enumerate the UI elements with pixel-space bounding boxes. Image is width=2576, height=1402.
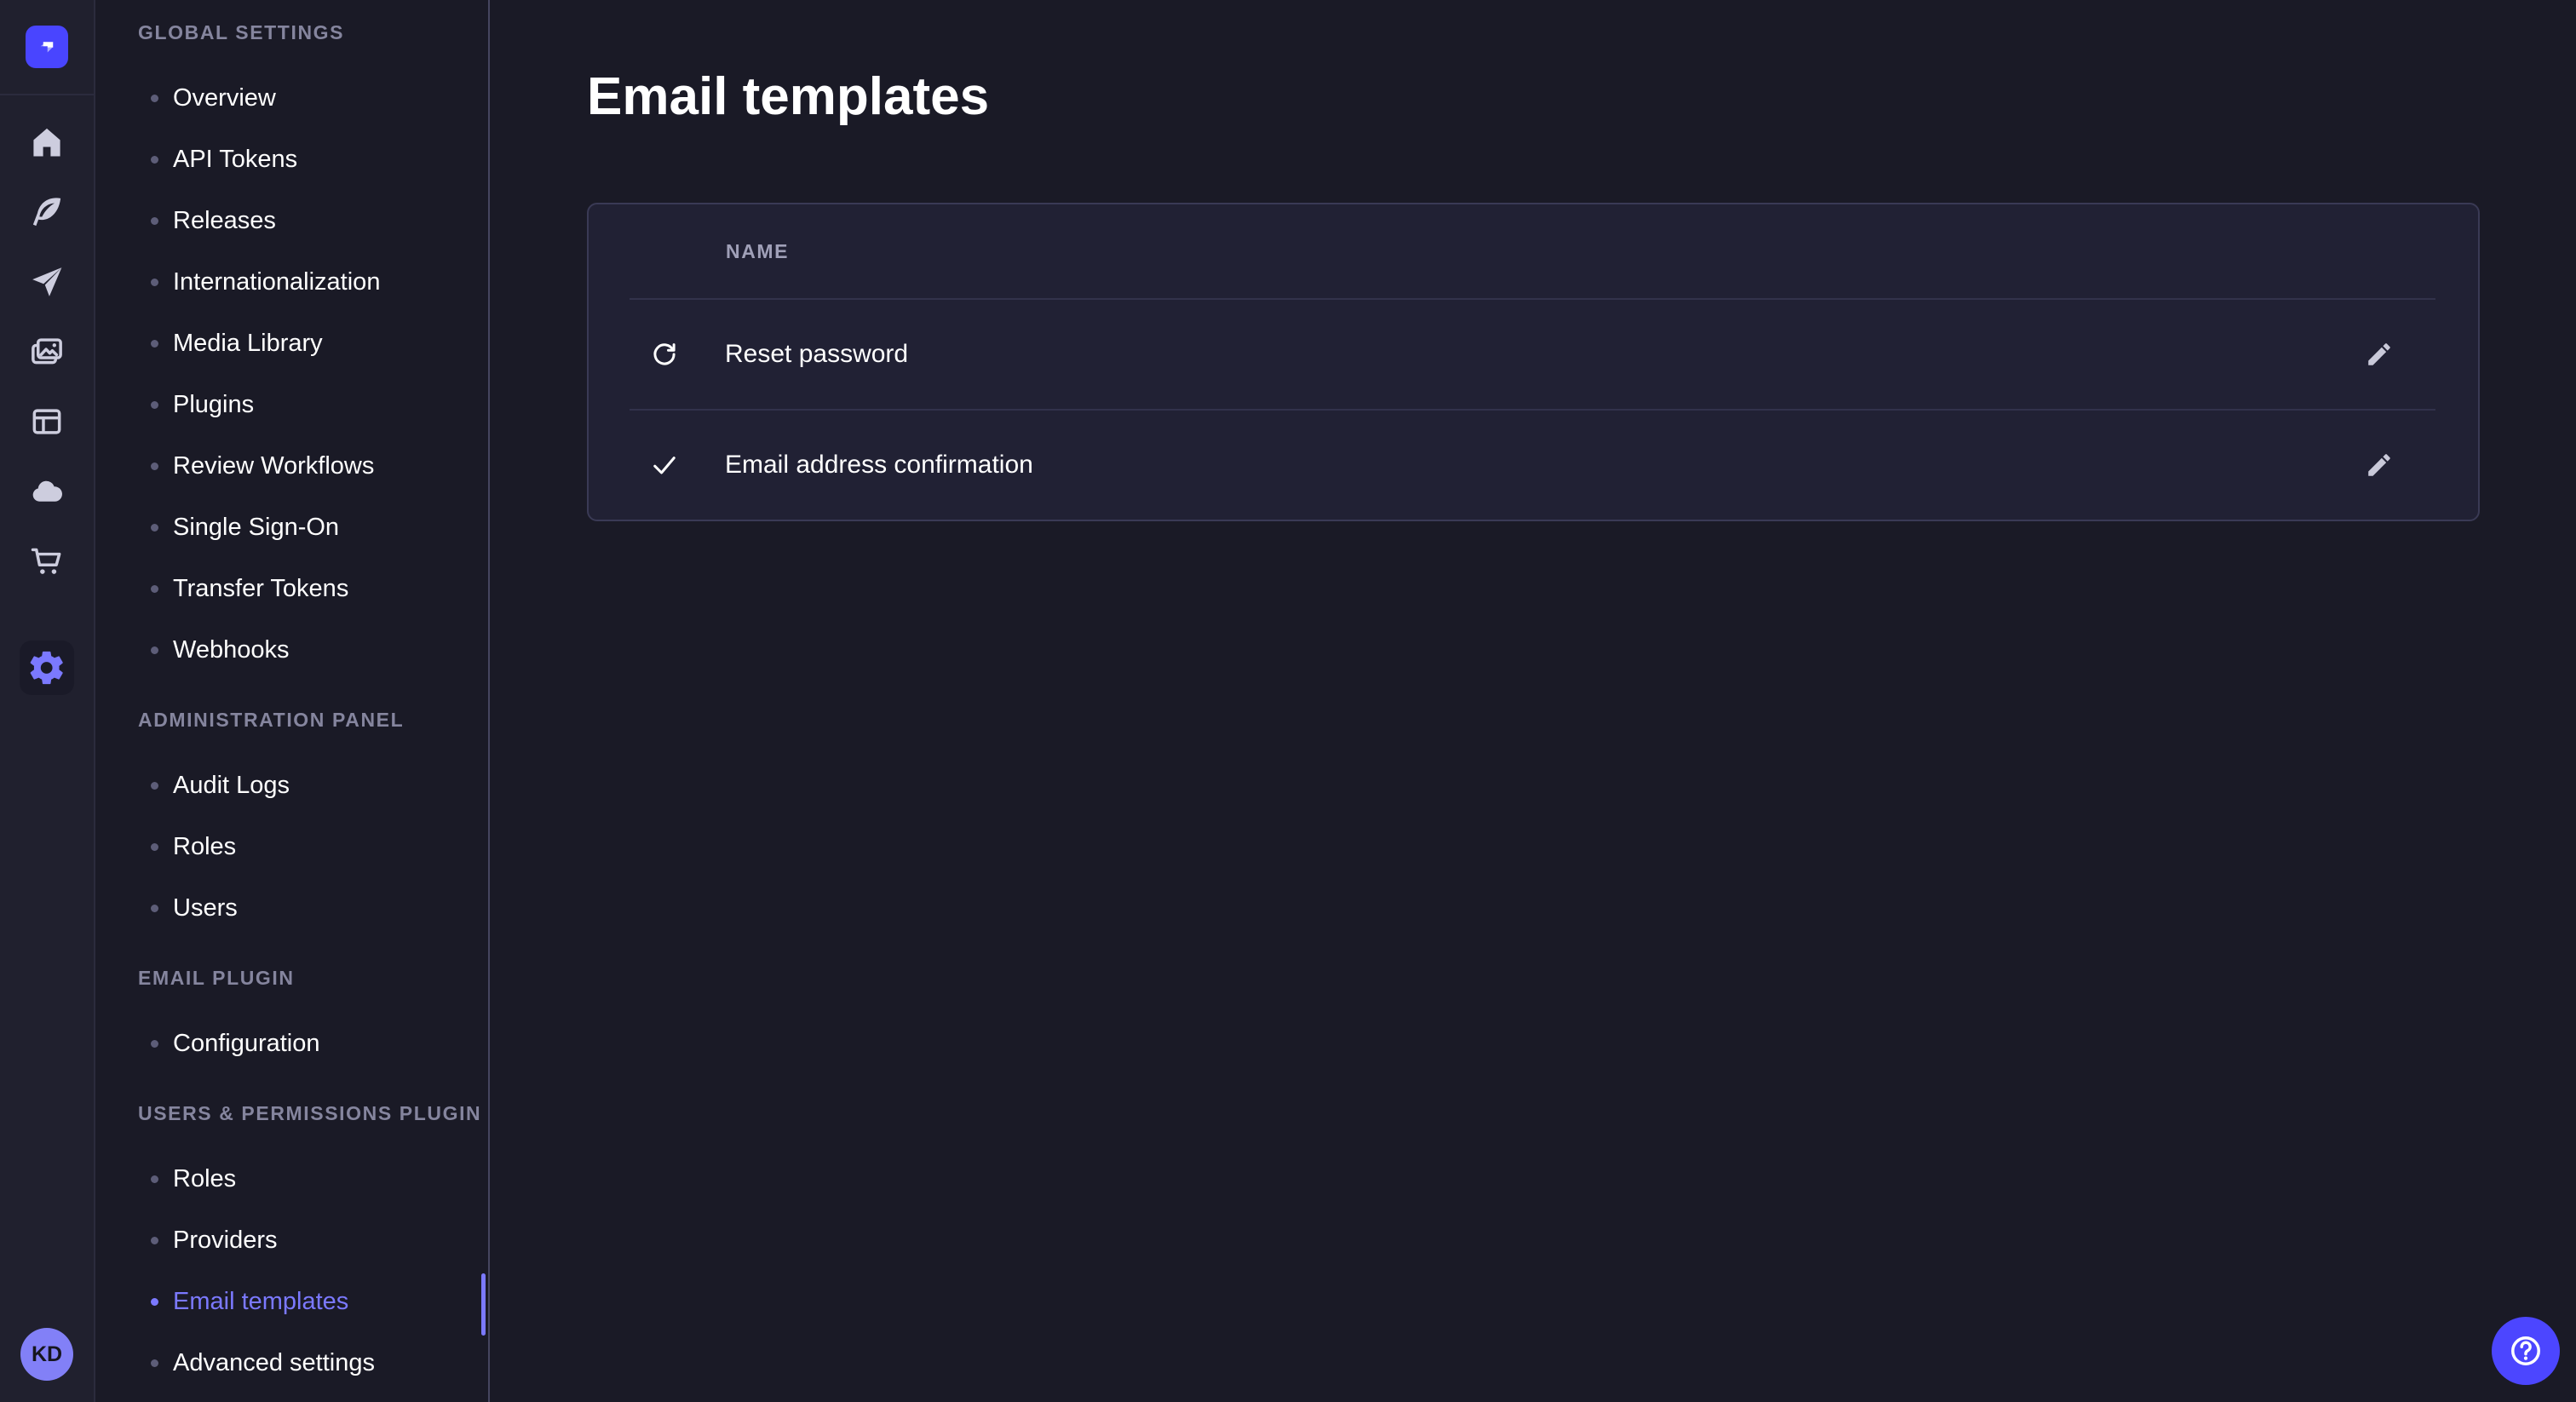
- sidebar-item-plugins[interactable]: Plugins: [95, 374, 488, 435]
- home-icon[interactable]: [27, 123, 66, 162]
- bullet-icon: [151, 1359, 158, 1367]
- sidebar-item-webhooks[interactable]: Webhooks: [95, 619, 488, 681]
- main-content: Email templates Name Reset password: [490, 0, 2576, 1402]
- bullet-icon: [151, 463, 158, 470]
- table-header: Name: [589, 204, 2478, 298]
- cart-icon[interactable]: [27, 542, 66, 581]
- sidebar-item-media-library[interactable]: Media Library: [95, 313, 488, 374]
- section-title: Email plugin: [95, 959, 488, 997]
- gear-icon[interactable]: [20, 641, 74, 695]
- settings-subnav: Global settings Overview API Tokens Rele…: [95, 0, 490, 1402]
- email-templates-table: Name Reset password: [587, 203, 2480, 521]
- rail-nav: [27, 123, 66, 581]
- sidebar-item-admin-roles[interactable]: Roles: [95, 816, 488, 877]
- strapi-logo-icon: [34, 34, 60, 60]
- section-users-permissions-plugin: Users & Permissions plugin Roles Provide…: [95, 1095, 488, 1393]
- bullet-icon: [151, 782, 158, 790]
- refresh-icon: [641, 339, 688, 370]
- logo-section: [0, 0, 94, 95]
- sidebar-item-providers[interactable]: Providers: [95, 1210, 488, 1271]
- section-title: Global settings: [95, 14, 488, 51]
- table-row-reset-password[interactable]: Reset password: [589, 300, 2478, 409]
- sidebar-item-review-workflows[interactable]: Review Workflows: [95, 435, 488, 497]
- bullet-icon: [151, 524, 158, 531]
- section-email-plugin: Email plugin Configuration: [95, 959, 488, 1074]
- sidebar-item-internationalization[interactable]: Internationalization: [95, 251, 488, 313]
- bullet-icon: [151, 401, 158, 409]
- check-icon: [641, 450, 688, 480]
- sidebar-item-users[interactable]: Users: [95, 877, 488, 939]
- column-header-name: Name: [726, 240, 789, 263]
- page-title: Email templates: [587, 65, 2576, 129]
- help-button[interactable]: [2492, 1317, 2560, 1385]
- sidebar-item-overview[interactable]: Overview: [95, 67, 488, 129]
- layout-icon[interactable]: [27, 402, 66, 441]
- template-name: Email address confirmation: [725, 451, 1033, 480]
- pencil-icon[interactable]: [2360, 336, 2398, 373]
- subnav-scrollbar-thumb[interactable]: [481, 1273, 486, 1336]
- sidebar-item-transfer-tokens[interactable]: Transfer Tokens: [95, 558, 488, 619]
- bullet-icon: [151, 1237, 158, 1244]
- sidebar-item-releases[interactable]: Releases: [95, 190, 488, 251]
- app-root: KD Global settings Overview API Tokens R…: [0, 0, 2576, 1402]
- template-name: Reset password: [725, 340, 908, 369]
- section-global-settings: Global settings Overview API Tokens Rele…: [95, 14, 488, 681]
- cloud-icon[interactable]: [27, 472, 66, 511]
- avatar-initials: KD: [32, 1342, 62, 1367]
- images-icon[interactable]: [27, 332, 66, 371]
- bullet-icon: [151, 340, 158, 348]
- sidebar-item-configuration[interactable]: Configuration: [95, 1013, 488, 1074]
- section-administration-panel: Administration panel Audit Logs Roles Us…: [95, 701, 488, 939]
- sidebar-item-audit-logs[interactable]: Audit Logs: [95, 755, 488, 816]
- bullet-icon: [151, 1040, 158, 1048]
- bullet-icon: [151, 585, 158, 593]
- bullet-icon: [151, 279, 158, 286]
- section-title: Users & Permissions plugin: [95, 1095, 488, 1132]
- bullet-icon: [151, 1298, 158, 1306]
- feather-icon[interactable]: [27, 192, 66, 232]
- section-title: Administration panel: [95, 701, 488, 738]
- bullet-icon: [151, 217, 158, 225]
- bullet-icon: [151, 156, 158, 164]
- question-mark-icon: [2507, 1332, 2544, 1370]
- table-row-email-confirmation[interactable]: Email address confirmation: [589, 411, 2478, 520]
- bullet-icon: [151, 843, 158, 851]
- bullet-icon: [151, 905, 158, 912]
- bullet-icon: [151, 95, 158, 102]
- sidebar-item-email-templates[interactable]: Email templates: [95, 1271, 488, 1332]
- sidebar-item-api-tokens[interactable]: API Tokens: [95, 129, 488, 190]
- pencil-icon[interactable]: [2360, 446, 2398, 484]
- bullet-icon: [151, 1175, 158, 1183]
- paper-plane-icon[interactable]: [27, 262, 66, 302]
- sidebar-item-up-roles[interactable]: Roles: [95, 1148, 488, 1210]
- bullet-icon: [151, 646, 158, 654]
- nav-rail: KD: [0, 0, 95, 1402]
- sidebar-item-advanced-settings[interactable]: Advanced settings: [95, 1332, 488, 1393]
- user-avatar[interactable]: KD: [20, 1328, 73, 1381]
- strapi-logo[interactable]: [26, 26, 68, 68]
- sidebar-item-single-sign-on[interactable]: Single Sign-On: [95, 497, 488, 558]
